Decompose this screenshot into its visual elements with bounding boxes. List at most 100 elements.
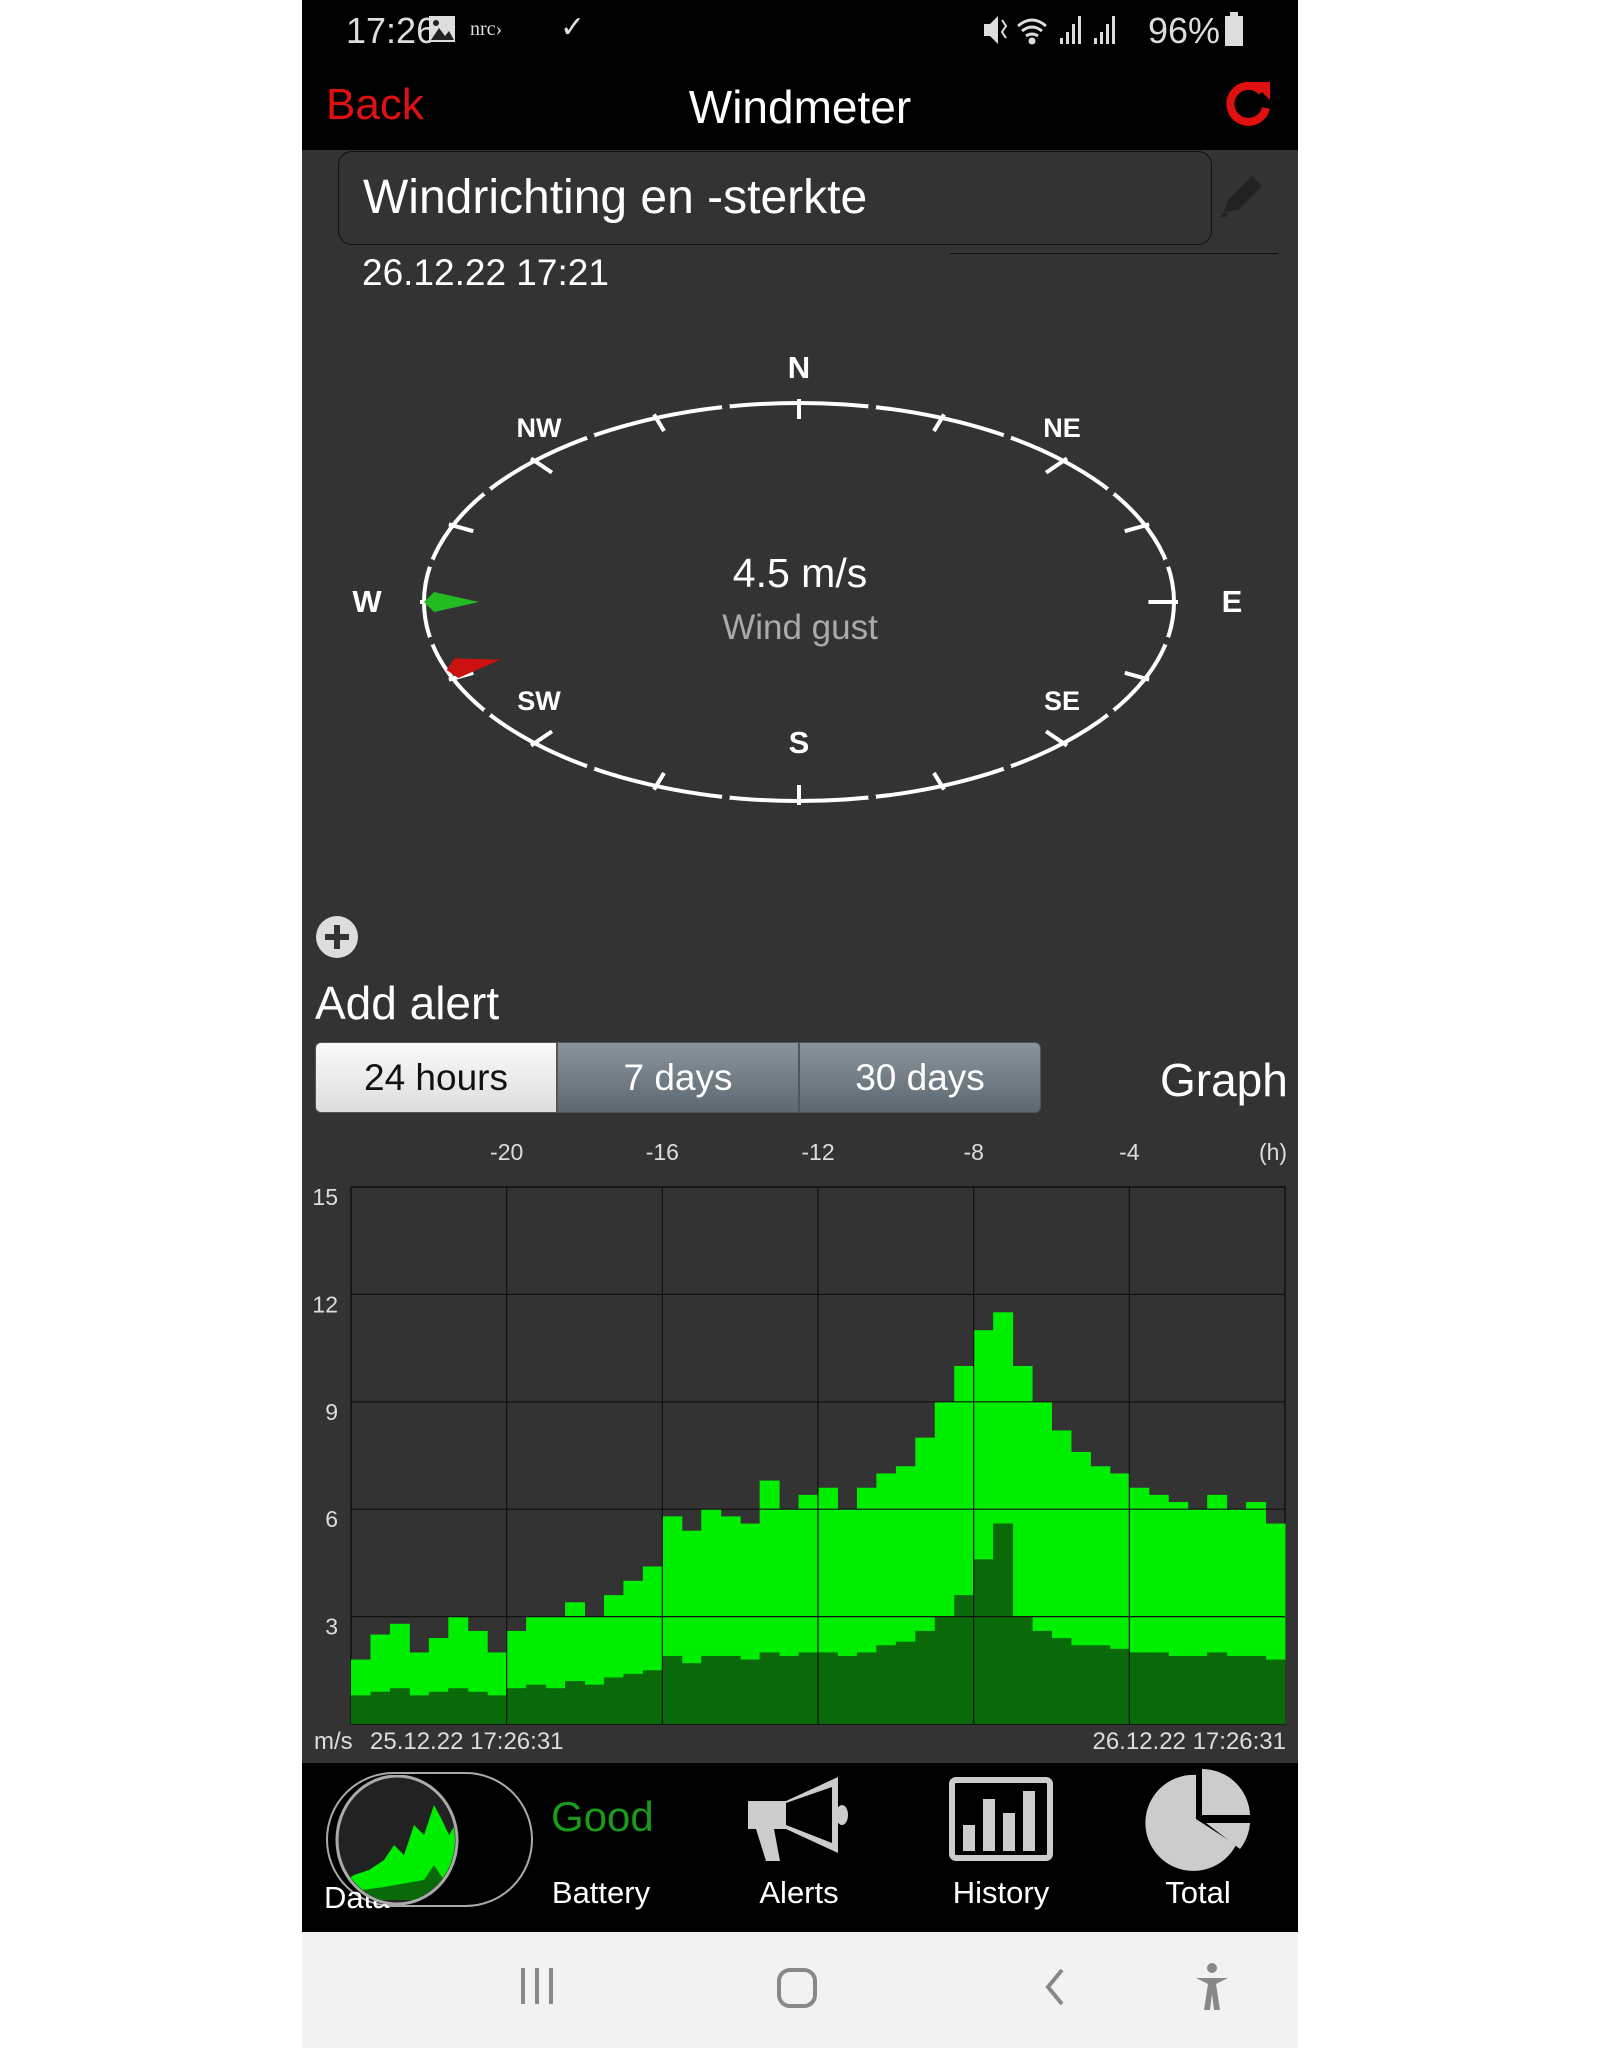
- bar-series1: [526, 1684, 547, 1724]
- home-icon[interactable]: [775, 1966, 819, 2010]
- tab-24-hours[interactable]: 24 hours: [315, 1042, 557, 1113]
- nav-total[interactable]: Total: [1165, 1875, 1230, 1911]
- bar-series1: [428, 1691, 449, 1724]
- y-unit-label: m/s: [314, 1728, 353, 1755]
- bar-series1: [993, 1523, 1014, 1724]
- x-tick-label: -12: [801, 1139, 834, 1165]
- compass-label-n: N: [788, 350, 810, 385]
- sensor-name-field[interactable]: Windrichting en -sterkte: [338, 151, 1212, 245]
- pencil-icon[interactable]: [1216, 172, 1266, 222]
- x-unit-label: (h): [1259, 1139, 1287, 1165]
- bar-series1: [856, 1652, 877, 1724]
- y-tick-label: 9: [325, 1399, 338, 1425]
- y-tick-label: 3: [325, 1614, 338, 1640]
- divider: [950, 253, 1278, 254]
- app-header: Windmeter Back: [302, 60, 1298, 150]
- compass-label-sw: SW: [517, 686, 561, 716]
- pie-chart-icon[interactable]: [1144, 1767, 1254, 1871]
- nrc-icon: nrc›: [470, 18, 503, 40]
- bar-series1: [584, 1684, 605, 1724]
- refresh-icon[interactable]: [1222, 78, 1274, 130]
- bar-series1: [934, 1616, 955, 1724]
- ring-gap: [721, 402, 730, 411]
- ring-gap: [483, 487, 492, 496]
- add-alert-button[interactable]: Add alert: [315, 976, 499, 1030]
- back-button[interactable]: Back: [326, 80, 424, 130]
- bar-series1: [759, 1652, 780, 1724]
- back-icon[interactable]: [1040, 1966, 1070, 2008]
- bar-series1: [467, 1691, 488, 1724]
- add-alert-icon[interactable]: [314, 914, 360, 960]
- wind-chart: 3 6 9 12 15 -20 -16 -12 -8 -4 (h): [312, 1139, 1287, 1725]
- sensor-timestamp: 26.12.22 17:21: [362, 252, 609, 293]
- data-thumbnail-icon[interactable]: [334, 1775, 460, 1905]
- x-tick-label: -20: [490, 1139, 523, 1165]
- ring-gap: [1003, 432, 1012, 441]
- chart-end-time: 26.12.22 17:26:31: [1092, 1728, 1286, 1755]
- bar-series1: [487, 1695, 508, 1724]
- nav-alerts[interactable]: Alerts: [759, 1875, 838, 1911]
- image-icon: [429, 16, 455, 42]
- x-tick-label: -4: [1119, 1139, 1140, 1165]
- bar-series1: [954, 1595, 975, 1724]
- ring-gap: [483, 708, 492, 717]
- bar-series1: [681, 1663, 702, 1724]
- tab-30-days[interactable]: 30 days: [799, 1042, 1041, 1113]
- bar-series1: [818, 1652, 838, 1724]
- avg-direction-arrow-shape: [446, 658, 501, 678]
- bar-series1: [1012, 1616, 1033, 1724]
- compass-tick: [529, 456, 554, 475]
- bar-series1: [409, 1695, 430, 1724]
- status-time: 17:26: [346, 10, 437, 51]
- bar-series1: [876, 1645, 897, 1724]
- sensor-name: Windrichting en -sterkte: [363, 171, 868, 224]
- bar-series1: [1168, 1655, 1189, 1724]
- bottom-nav: Data Good Battery Alerts History Total: [302, 1763, 1298, 1932]
- system-nav-bar: [302, 1932, 1298, 2048]
- bar-series1: [1051, 1638, 1072, 1724]
- bar-chart-icon[interactable]: [949, 1777, 1053, 1861]
- bar-series1: [1129, 1652, 1150, 1724]
- compass-label-s: S: [789, 725, 810, 760]
- battery-status: Good: [551, 1793, 654, 1840]
- y-tick-label: 6: [325, 1506, 338, 1532]
- bar-series1: [1070, 1645, 1091, 1724]
- wind-compass: NNEESESSWWNW: [352, 350, 1242, 805]
- avg-direction-arrow: [446, 658, 501, 678]
- bar-series1: [1090, 1645, 1111, 1724]
- bar-series1: [1226, 1655, 1247, 1724]
- mute-icon: [984, 16, 1008, 44]
- bar-series1: [642, 1670, 663, 1724]
- graph-label: Graph: [1160, 1054, 1288, 1106]
- bar-series1: [623, 1673, 644, 1724]
- ring-gap: [586, 432, 595, 441]
- y-tick-label: 15: [312, 1184, 338, 1210]
- connectivity-icons: [984, 16, 1115, 45]
- nav-battery[interactable]: Battery: [552, 1875, 650, 1911]
- x-tick-label: -16: [646, 1139, 679, 1165]
- megaphone-icon[interactable]: [746, 1775, 856, 1871]
- signal-icon: [1060, 16, 1081, 44]
- bar-series1: [1207, 1652, 1228, 1724]
- tab-7-days[interactable]: 7 days: [557, 1042, 799, 1113]
- bar-series1: [1187, 1655, 1208, 1724]
- check-icon: ✓: [560, 11, 586, 44]
- bar-series1: [895, 1641, 916, 1724]
- wind-caption: Wind gust: [722, 608, 878, 647]
- recents-icon[interactable]: [517, 1966, 557, 2006]
- bar-series1: [565, 1681, 585, 1724]
- signal-icon: [1094, 16, 1115, 44]
- ring-gap: [1106, 487, 1115, 496]
- bar-series1: [1265, 1659, 1286, 1724]
- accessibility-icon[interactable]: [1192, 1962, 1232, 2014]
- bar-series1: [915, 1630, 936, 1724]
- compass-tick: [529, 729, 554, 748]
- battery-icon: [1225, 12, 1243, 46]
- bar-series1: [370, 1691, 391, 1724]
- bar-series1: [1148, 1652, 1169, 1724]
- battery-percent: 96%: [1148, 10, 1221, 51]
- compass-label-ne: NE: [1043, 413, 1081, 443]
- nav-history[interactable]: History: [953, 1875, 1049, 1911]
- bar-series1: [1246, 1655, 1267, 1724]
- y-tick-label: 12: [312, 1291, 338, 1317]
